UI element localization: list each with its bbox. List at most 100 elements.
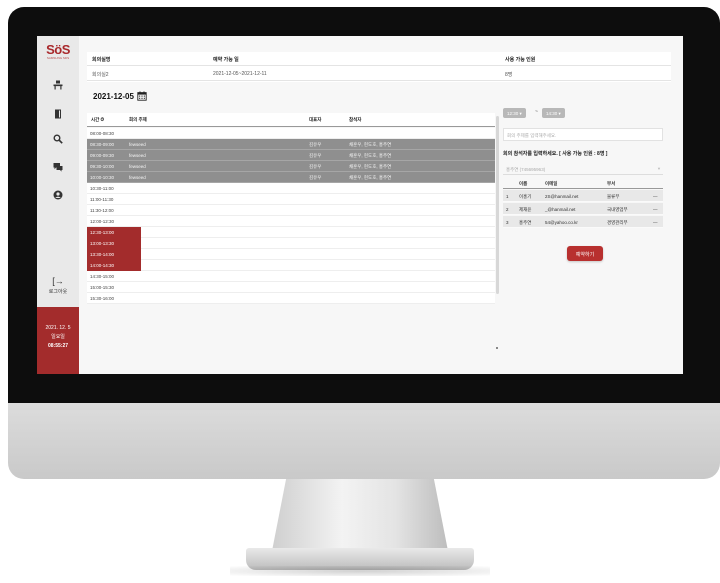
schedule-row[interactable]: 10:30-11:00	[87, 183, 495, 194]
remove-attendee-button[interactable]: —	[653, 194, 658, 199]
calendar-icon[interactable]	[137, 91, 147, 101]
user-icon[interactable]	[50, 188, 66, 202]
time-cell: 12:30-13:00	[90, 230, 115, 235]
time-cell-bg: 12:30-13:00	[87, 227, 141, 238]
schedule-row[interactable]: 15:30-16:00	[87, 293, 495, 304]
attendee-name: 홍주연	[519, 220, 532, 225]
time-cell-bg: 11:30-12:00	[87, 205, 141, 216]
attendee-dept: 국내영업부	[607, 207, 628, 212]
attendee-dept: 경영관리부	[607, 220, 628, 225]
capacity-header: 사용 가능 인원	[505, 57, 536, 63]
topic-header: 회의 주제	[129, 117, 147, 122]
imac-monitor: SöS SAMSUNG SDS [→ 로그아웃 2021. 12. 5 일요일 …	[0, 0, 720, 583]
attendee-row: 2 제재윤 _@hanmail.net 국내영업부 —	[503, 203, 663, 215]
dept-header: 부서	[607, 181, 616, 186]
current-time: 08:55:27	[47, 343, 68, 349]
schedule-row[interactable]: 11:30-12:00	[87, 205, 495, 216]
scroll-indicator	[496, 347, 498, 349]
schedule-row[interactable]: 12:00-12:30	[87, 216, 495, 227]
time-cell-bg: 15:00-15:30	[87, 282, 141, 293]
attendees-cell: 채훈우, 현도호, 홍주연	[349, 142, 392, 147]
schedule-scrollbar[interactable]	[496, 116, 499, 294]
time-cell: 15:00-15:30	[90, 285, 115, 290]
date-picker-value[interactable]: 2021-12-05	[93, 92, 134, 101]
time-cell-bg: 14:00-14:30	[87, 260, 141, 271]
attendee-label: 회의 참석자를 입력하세요. [ 사용 가능 인원 : 8명 ]	[503, 151, 608, 157]
host-cell: 김유우	[309, 153, 322, 158]
current-weekday: 일요일	[51, 334, 65, 340]
schedule-row[interactable]: 15:00-15:30	[87, 282, 495, 293]
time-cell-bg: 08:00-08:30	[87, 128, 141, 139]
schedule-row[interactable]: 09:00-09:30 fewseed 김유우 채훈우, 현도호, 홍주연	[87, 150, 495, 161]
logout-icon: [→	[52, 276, 64, 286]
schedule-row[interactable]: 08:00-08:30	[87, 128, 495, 139]
chat-icon[interactable]	[50, 160, 66, 174]
chevron-down-icon[interactable]: ▼	[657, 166, 661, 171]
attendee-number: 1	[506, 194, 509, 199]
monitor-chin	[8, 403, 720, 479]
time-cell: 09:00-09:30	[90, 153, 115, 158]
time-cell-bg: 11:00-11:30	[87, 194, 141, 205]
available-dates-header: 예약 가능 일	[213, 57, 239, 63]
end-time-select[interactable]: 14:30 ▾	[542, 108, 565, 118]
schedule-row[interactable]: 13:00-13:30	[87, 238, 495, 249]
attendee-dept: 물류부	[607, 194, 620, 199]
meeting-topic-input[interactable]: 회의 주제를 입력해주세요.	[503, 128, 663, 141]
attendee-name: 이홍기	[519, 194, 532, 199]
remove-attendee-button[interactable]: —	[653, 207, 658, 212]
topic-cell: fewseed	[129, 175, 146, 180]
logout-button[interactable]: [→ 로그아웃	[37, 276, 79, 295]
attendee-number: 2	[506, 207, 509, 212]
schedule-row[interactable]: 13:30-14:00	[87, 249, 495, 260]
schedule-row[interactable]: 14:30-15:00	[87, 271, 495, 282]
schedule-row[interactable]: 14:00-14:30	[87, 260, 495, 271]
schedule-row[interactable]: 08:30-09:00 fewseed 김유우 채훈우, 현도호, 홍주연	[87, 139, 495, 150]
search-icon[interactable]	[50, 132, 66, 146]
name-header: 이름	[519, 181, 528, 186]
schedule-table: 시간 ⏱ 회의 주제 대표자 참석자 08:00-08:30 08:30-09:0…	[87, 113, 495, 374]
attendees-cell: 채훈우, 현도호, 홍주연	[349, 164, 392, 169]
room-name: 회의실2	[92, 72, 109, 78]
attendee-email: 54@yahoo.co.kr	[545, 220, 578, 225]
available-dates: 2021-12-05~2021-12-11	[213, 71, 267, 77]
start-time-select[interactable]: 12:30 ▾	[503, 108, 526, 118]
time-separator: ~	[535, 109, 538, 115]
attendee-name: 제재윤	[519, 207, 532, 212]
attendee-row: 1 이홍기 2S@hanmail.net 물류부 —	[503, 190, 663, 202]
capacity: 8명	[505, 72, 513, 78]
time-cell: 10:30-11:00	[90, 186, 114, 191]
host-cell: 김유우	[309, 175, 322, 180]
reserve-button[interactable]: 예약하기	[567, 246, 603, 261]
time-cell: 13:00-13:30	[90, 241, 115, 246]
attendee-row: 3 홍주연 54@yahoo.co.kr 경영관리부 —	[503, 216, 663, 228]
attendee-header: 이름 이메일 부서	[503, 177, 663, 189]
schedule-row[interactable]: 10:00-10:30 fewseed 김유우 채훈우, 현도호, 홍주연	[87, 172, 495, 183]
time-cell: 11:30-12:00	[90, 208, 114, 213]
remove-attendee-button[interactable]: —	[653, 220, 658, 225]
topic-cell: fewseed	[129, 153, 146, 158]
schedule-row[interactable]: 11:00-11:30	[87, 194, 495, 205]
room-info-header: 회의실명 예약 가능 일 사용 가능 인원	[87, 52, 671, 66]
current-date: 2021. 12. 5	[45, 325, 71, 331]
time-cell-bg: 13:00-13:30	[87, 238, 141, 249]
room-name-header: 회의실명	[92, 57, 111, 63]
door-icon[interactable]	[50, 107, 66, 121]
meeting-room-icon[interactable]	[50, 78, 66, 92]
time-cell-bg: 13:30-14:00	[87, 249, 141, 260]
attendees-cell: 채훈우, 현도호, 홍주연	[349, 153, 392, 158]
time-cell: 13:30-14:00	[90, 252, 115, 257]
time-cell: 08:00-08:30	[90, 131, 115, 136]
schedule-row[interactable]: 09:30-10:00 fewseed 김유우 채훈우, 현도호, 홍주연	[87, 161, 495, 172]
email-header: 이메일	[545, 181, 558, 186]
attendee-search-input[interactable]: 홍주연 (745695963)	[503, 164, 663, 175]
attendees-cell: 채훈우, 현도호, 홍주연	[349, 175, 392, 180]
time-cell: 10:00-10:30	[90, 175, 115, 180]
attendee-email: _@hanmail.net	[545, 207, 576, 212]
time-cell-bg: 12:00-12:30	[87, 216, 141, 227]
schedule-row[interactable]: 12:30-13:00	[87, 227, 495, 238]
logo[interactable]: SöS	[42, 42, 74, 57]
topic-cell: fewseed	[129, 142, 146, 147]
screen: SöS SAMSUNG SDS [→ 로그아웃 2021. 12. 5 일요일 …	[37, 36, 683, 374]
time-header: 시간 ⏱	[91, 117, 105, 122]
logout-label: 로그아웃	[48, 289, 68, 295]
